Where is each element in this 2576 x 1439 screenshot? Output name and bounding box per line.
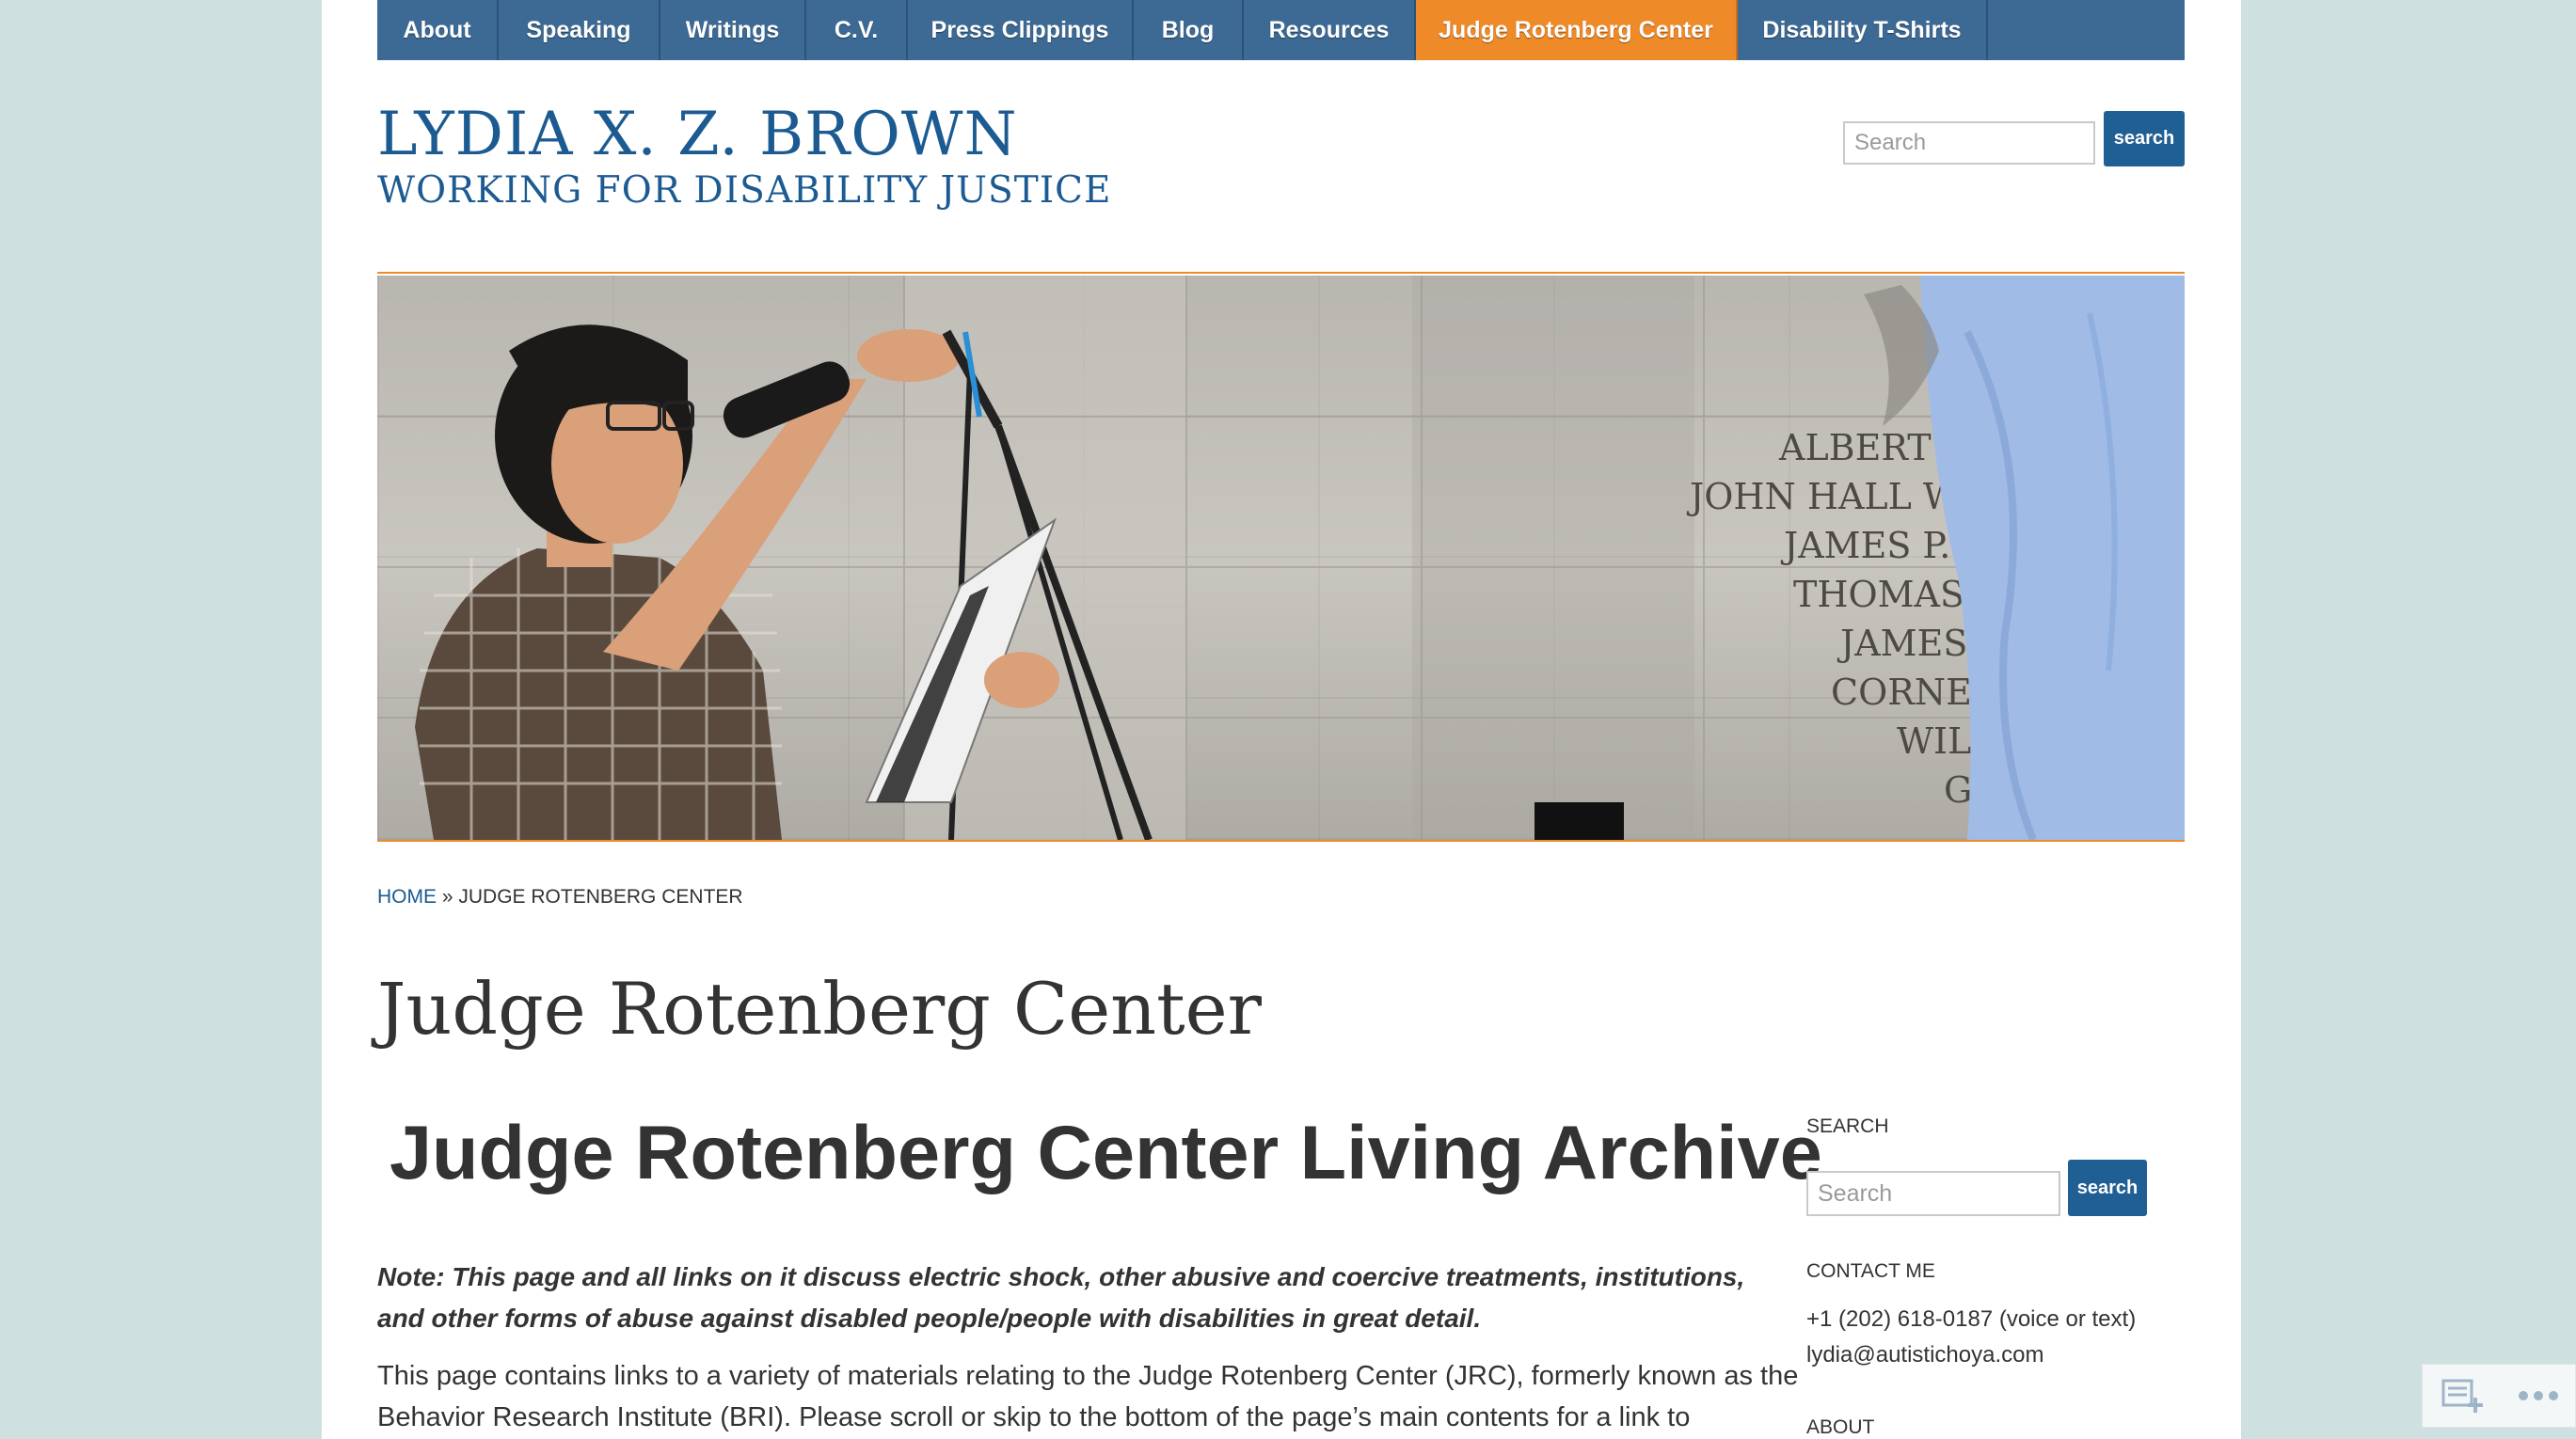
nav-item-resources[interactable]: Resources xyxy=(1244,0,1416,60)
top-nav: About Speaking Writings C.V. Press Clipp… xyxy=(377,0,2185,60)
banner-top-rule xyxy=(377,272,2185,274)
banner-bottom-rule xyxy=(377,840,2185,842)
archive-heading: Judge Rotenberg Center Living Archive xyxy=(390,1111,1822,1195)
more-options-icon[interactable] xyxy=(2518,1389,2559,1402)
nav-item-speaking[interactable]: Speaking xyxy=(499,0,660,60)
banner-photo: ALBERT EV JOHN HALL WIL JAMES P. JO THOM… xyxy=(377,276,2185,840)
page-container: About Speaking Writings C.V. Press Clipp… xyxy=(322,0,2241,1439)
page-title: Judge Rotenberg Center xyxy=(377,967,1262,1051)
breadcrumb: HOME » JUDGE ROTENBERG CENTER xyxy=(377,886,743,909)
contact-email[interactable]: lydia@autistichoya.com xyxy=(1806,1342,2043,1368)
header-banner-image: ALBERT EV JOHN HALL WIL JAMES P. JO THOM… xyxy=(377,276,2185,840)
header-search-input[interactable] xyxy=(1843,121,2095,165)
contact-phone: +1 (202) 618-0187 (voice or text) xyxy=(1806,1306,2137,1332)
site-tagline: WORKING FOR DISABILITY JUSTICE xyxy=(377,169,1112,212)
breadcrumb-home-link[interactable]: HOME xyxy=(377,886,437,908)
breadcrumb-separator: » xyxy=(441,886,453,908)
floating-action-widget[interactable] xyxy=(2422,1364,2576,1428)
reader-follow-icon[interactable] xyxy=(2440,1377,2485,1415)
nav-item-press-clippings[interactable]: Press Clippings xyxy=(908,0,1134,60)
sidebar-search-label: SEARCH xyxy=(1806,1115,1889,1137)
sidebar-search-button[interactable]: search xyxy=(2068,1160,2147,1216)
sidebar-about-label: ABOUT xyxy=(1806,1416,1875,1438)
sidebar-contact-label: CONTACT ME xyxy=(1806,1260,1935,1282)
header-search-button[interactable]: search xyxy=(2104,111,2185,166)
site-title[interactable]: LYDIA X. Z. BROWN xyxy=(377,100,1018,169)
nav-item-writings[interactable]: Writings xyxy=(660,0,806,60)
breadcrumb-current: JUDGE ROTENBERG CENTER xyxy=(458,886,743,908)
nav-item-about[interactable]: About xyxy=(377,0,499,60)
sidebar-search-input[interactable] xyxy=(1806,1171,2060,1216)
nav-item-blog[interactable]: Blog xyxy=(1134,0,1244,60)
nav-item-cv[interactable]: C.V. xyxy=(806,0,908,60)
nav-item-disability-t-shirts[interactable]: Disability T-Shirts xyxy=(1738,0,1988,60)
nav-item-judge-rotenberg-center[interactable]: Judge Rotenberg Center xyxy=(1416,0,1738,60)
